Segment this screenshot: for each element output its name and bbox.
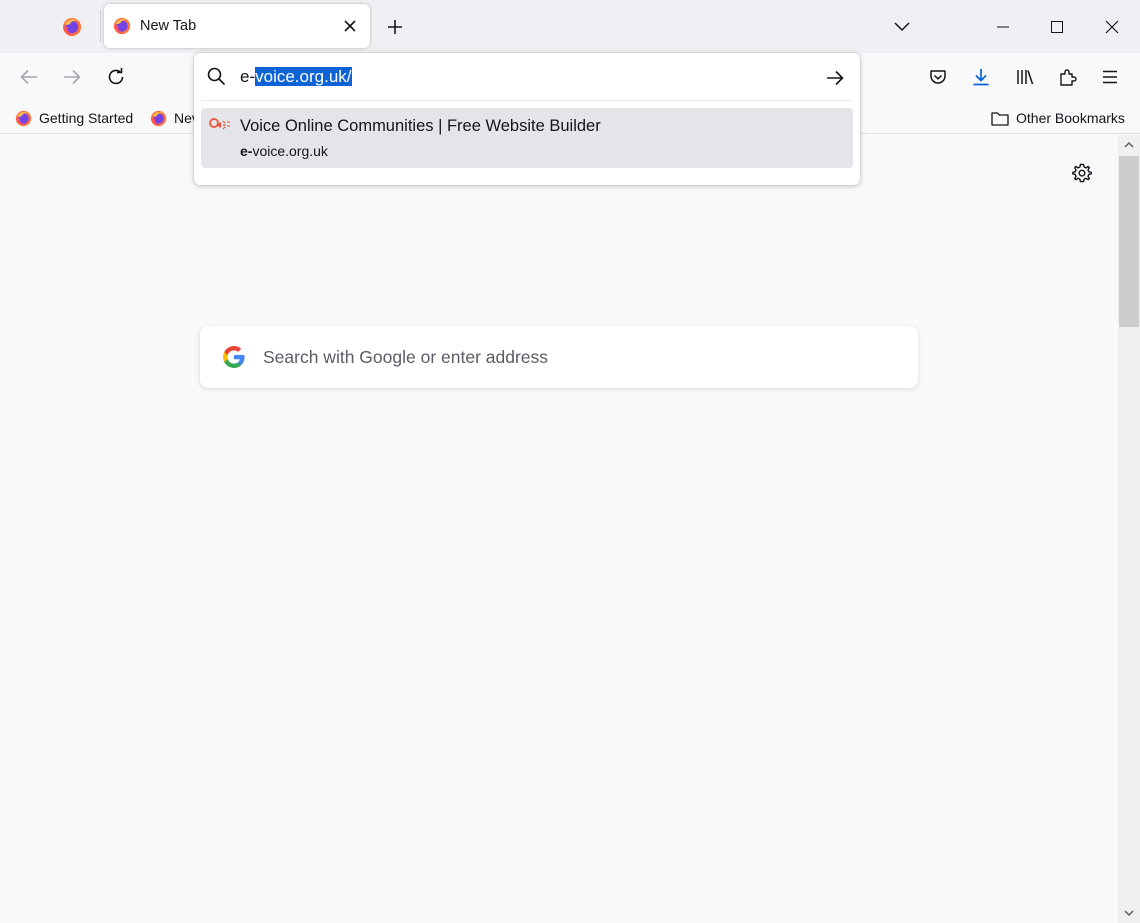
extensions-icon — [1059, 68, 1077, 86]
chevron-up-icon — [1124, 142, 1134, 148]
forward-button[interactable] — [56, 61, 88, 93]
bookmark-label: Getting Started — [39, 110, 134, 126]
minimize-button[interactable] — [976, 0, 1030, 53]
firefox-icon — [15, 110, 32, 127]
go-button[interactable] — [822, 65, 848, 91]
arrow-right-icon — [826, 70, 844, 86]
newtab-settings-button[interactable] — [1070, 161, 1094, 185]
close-window-button[interactable] — [1085, 0, 1139, 53]
new-tab-page — [0, 135, 1118, 923]
app-menu-button[interactable] — [1094, 61, 1126, 93]
tab-close-button[interactable] — [339, 15, 361, 37]
other-bookmarks-label: Other Bookmarks — [1016, 110, 1125, 126]
google-logo-icon — [222, 345, 246, 369]
chevron-down-icon — [1124, 910, 1134, 916]
folder-icon — [991, 111, 1009, 126]
chevron-down-icon — [894, 22, 910, 32]
scrollbar-thumb[interactable] — [1119, 156, 1139, 327]
download-icon — [972, 68, 990, 86]
library-icon — [1016, 69, 1034, 85]
scroll-down-button[interactable] — [1118, 903, 1140, 923]
tab-new-tab[interactable]: New Tab — [104, 4, 370, 48]
suggestion-url: e-voice.org.uk — [240, 143, 328, 159]
site-favicon-icon — [209, 117, 231, 131]
hamburger-menu-icon — [1102, 70, 1118, 84]
list-all-tabs-button[interactable] — [888, 13, 916, 41]
close-icon — [344, 20, 356, 32]
search-icon — [207, 67, 226, 86]
newtab-search-box[interactable]: Search with Google or enter address — [200, 326, 918, 388]
url-text[interactable]: e-voice.org.uk/ — [240, 66, 352, 88]
urlbar-dropdown: e-voice.org.uk/ Voice Online Communities… — [194, 53, 860, 185]
bookmark-item[interactable]: Nev — [150, 107, 199, 129]
page-scrollbar[interactable] — [1118, 135, 1140, 923]
close-icon — [1105, 20, 1119, 34]
url-input[interactable]: e-voice.org.uk/ — [194, 53, 860, 101]
pocket-icon — [929, 69, 947, 86]
minimize-icon — [997, 26, 1009, 28]
suggestion-url-match: e- — [240, 143, 253, 159]
forward-arrow-icon — [63, 69, 81, 85]
firefox-icon — [62, 17, 82, 37]
maximize-icon — [1051, 20, 1063, 33]
back-button[interactable] — [13, 61, 45, 93]
reload-button[interactable] — [100, 61, 132, 93]
firefox-icon — [113, 17, 131, 35]
downloads-button[interactable] — [965, 61, 997, 93]
url-text-selection: voice.org.uk/ — [255, 67, 352, 86]
bookmark-getting-started[interactable]: Getting Started — [15, 107, 133, 129]
pocket-button[interactable] — [922, 61, 954, 93]
back-arrow-icon — [20, 69, 38, 85]
maximize-button[interactable] — [1030, 0, 1084, 53]
url-text-prefix: e- — [240, 67, 256, 86]
gear-icon — [1072, 163, 1092, 183]
reload-icon — [107, 68, 125, 86]
urlbar-divider — [202, 100, 852, 101]
suggestion-url-rest: voice.org.uk — [252, 143, 328, 159]
pinned-tab[interactable] — [52, 8, 92, 46]
plus-icon — [387, 19, 403, 35]
new-tab-button[interactable] — [381, 13, 409, 41]
library-button[interactable] — [1009, 61, 1041, 93]
tab-bar: New Tab — [0, 0, 1140, 53]
extensions-button[interactable] — [1052, 61, 1084, 93]
scroll-up-button[interactable] — [1118, 135, 1140, 155]
search-placeholder: Search with Google or enter address — [263, 347, 549, 367]
tab-separator — [100, 10, 101, 42]
suggestion-title: Voice Online Communities | Free Website … — [240, 117, 601, 135]
tab-title: New Tab — [140, 18, 197, 34]
url-suggestion-item[interactable]: Voice Online Communities | Free Website … — [201, 108, 853, 168]
firefox-icon — [150, 110, 167, 127]
other-bookmarks-folder[interactable]: Other Bookmarks — [991, 107, 1125, 129]
